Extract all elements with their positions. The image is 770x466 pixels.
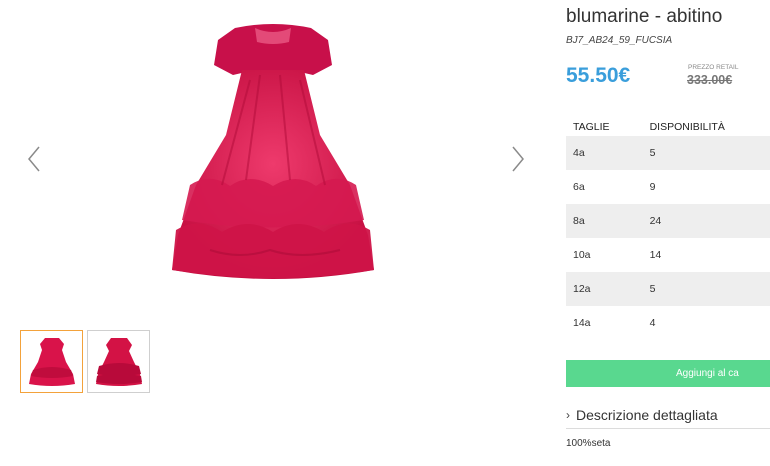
availability-cell: 4 bbox=[649, 317, 656, 329]
table-header-row: TAGLIE DISPONIBILITÀ bbox=[566, 118, 770, 136]
divider bbox=[566, 428, 770, 429]
thumbnail-1[interactable] bbox=[20, 330, 83, 393]
size-cell: 10a bbox=[573, 249, 591, 261]
col-header-availability: DISPONIBILITÀ bbox=[649, 121, 725, 133]
size-cell: 8a bbox=[566, 204, 642, 238]
availability-cell: 5 bbox=[641, 136, 770, 170]
availability-cell: 24 bbox=[641, 204, 770, 238]
table-row[interactable]: 14a 4 bbox=[566, 306, 770, 340]
retail-price-value: 333.00€ bbox=[687, 73, 733, 87]
main-product-image bbox=[150, 20, 396, 290]
add-to-cart-button[interactable]: Aggiungi al ca bbox=[566, 360, 770, 387]
size-cell: 4a bbox=[566, 136, 642, 170]
thumbnail-strip bbox=[20, 330, 150, 393]
sizes-table: TAGLIE DISPONIBILITÀ 4a 5 6a 9 8a 24 10a… bbox=[566, 118, 770, 340]
chevron-right-icon: › bbox=[566, 408, 570, 422]
size-cell: 12a bbox=[566, 272, 642, 306]
product-title: blumarine - abitino bbox=[566, 6, 723, 27]
table-row[interactable]: 12a 5 bbox=[566, 272, 770, 306]
availability-cell: 14 bbox=[649, 249, 662, 261]
retail-price-label: PREZZO RETAIL bbox=[688, 64, 739, 71]
product-price: 55.50€ bbox=[566, 64, 631, 87]
product-gallery bbox=[0, 0, 550, 466]
product-info-panel: blumarine - abitino BJ7_AB24_59_FUCSIA 5… bbox=[566, 0, 770, 466]
thumbnail-2[interactable] bbox=[87, 330, 150, 393]
table-row[interactable]: 4a 5 bbox=[566, 136, 770, 170]
next-image-button[interactable] bbox=[506, 142, 530, 176]
chevron-left-icon bbox=[28, 146, 40, 172]
availability-cell: 5 bbox=[641, 272, 770, 306]
product-sku: BJ7_AB24_59_FUCSIA bbox=[566, 35, 673, 46]
availability-cell: 9 bbox=[649, 181, 656, 193]
table-row[interactable]: 10a 14 bbox=[566, 238, 770, 272]
description-label: Descrizione dettagliata bbox=[576, 407, 718, 423]
prev-image-button[interactable] bbox=[22, 142, 46, 176]
size-cell: 14a bbox=[573, 317, 591, 329]
description-toggle[interactable]: › Descrizione dettagliata bbox=[566, 405, 770, 425]
table-row[interactable]: 8a 24 bbox=[566, 204, 770, 238]
col-header-sizes: TAGLIE bbox=[573, 121, 610, 133]
table-row[interactable]: 6a 9 bbox=[566, 170, 770, 204]
size-cell: 6a bbox=[573, 181, 585, 193]
chevron-right-icon bbox=[512, 146, 524, 172]
material-text: 100%seta bbox=[566, 438, 611, 449]
